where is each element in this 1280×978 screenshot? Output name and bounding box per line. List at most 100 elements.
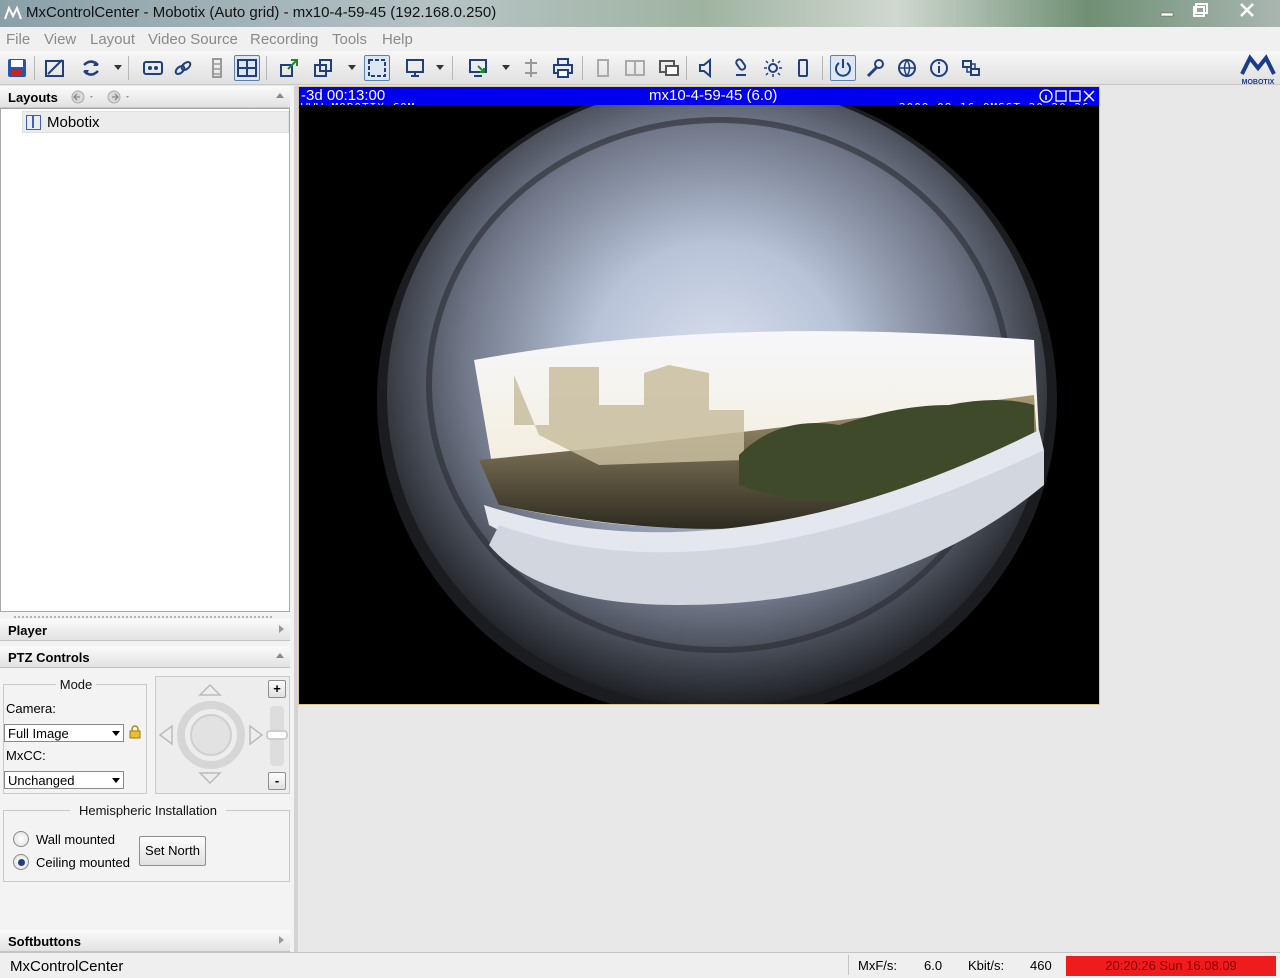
wrench-icon [866, 59, 884, 78]
export-button[interactable] [466, 55, 492, 81]
single-view-button[interactable] [590, 55, 616, 81]
video-frame[interactable]: -3d 00:13:00 mx10-4-59-45 (6.0) WWW.MOBO… [298, 86, 1100, 705]
expand-arrow-icon [280, 59, 298, 77]
menu-video-source[interactable]: Video Source [148, 31, 238, 48]
power-button[interactable] [830, 55, 856, 81]
info-icon [930, 59, 948, 77]
layouts-title: Layouts [8, 90, 58, 105]
mxcc-select[interactable]: Unchanged [4, 771, 124, 789]
menu-bar: File View Layout Video Source Recording … [0, 27, 1280, 51]
save-button[interactable] [4, 55, 30, 81]
wall-mounted-label[interactable]: Wall mounted [36, 832, 115, 847]
arrow-up-icon [198, 683, 222, 696]
light-button[interactable] [760, 55, 786, 81]
clock-display: 20:20:26 Sun 16.08.09 [1066, 956, 1276, 976]
lock-icon[interactable] [129, 725, 141, 739]
chevron-down-icon [112, 778, 120, 783]
fullscreen-button[interactable] [364, 55, 390, 81]
export-icon [469, 59, 487, 77]
mobotix-logo: MOBOTIX [1240, 54, 1276, 86]
svg-text:MOBOTIX: MOBOTIX [1242, 79, 1275, 86]
fps-value: 6.0 [924, 958, 943, 973]
camera-select[interactable]: Full Image [4, 724, 124, 742]
collapse-icon[interactable] [276, 93, 284, 98]
arrow-left-icon [158, 724, 173, 746]
ptz-header[interactable]: PTZ Controls [0, 646, 290, 668]
menu-view[interactable]: View [44, 31, 76, 48]
kbit-value: 460 [1030, 958, 1052, 973]
zoom-out-button[interactable]: - [268, 772, 286, 790]
tree-item-label: Mobotix [47, 114, 100, 131]
expand-icon[interactable] [279, 625, 284, 633]
zoom-slider-thumb[interactable] [266, 730, 288, 740]
resize-button[interactable] [310, 55, 336, 81]
monitor-dropdown-icon[interactable] [436, 65, 444, 70]
layouts-header[interactable]: Layouts [0, 86, 290, 108]
refresh-dropdown-icon[interactable] [114, 65, 122, 70]
menu-file[interactable]: File [6, 31, 30, 48]
set-north-button[interactable]: Set North [139, 836, 206, 866]
link-button[interactable] [170, 55, 196, 81]
player-header[interactable]: Player [0, 619, 290, 641]
grid-icon [237, 59, 257, 77]
menu-help[interactable]: Help [382, 31, 413, 48]
settings-button[interactable] [862, 55, 888, 81]
network-button[interactable] [894, 55, 920, 81]
monitor-button[interactable] [402, 55, 428, 81]
split-view-button[interactable] [622, 55, 648, 81]
maximize-button[interactable] [1186, 2, 1216, 22]
grid-view-button[interactable] [234, 55, 260, 81]
door-button[interactable] [790, 55, 816, 81]
door-icon [798, 59, 808, 77]
ceiling-mounted-radio[interactable] [13, 854, 29, 870]
export-dropdown-icon[interactable] [502, 65, 510, 70]
microphone-button[interactable] [728, 55, 754, 81]
monitor-icon [406, 59, 424, 77]
status-bar: MxControlCenter MxF/s: 6.0 Kbit/s: 460 2… [0, 952, 1280, 978]
refresh-button[interactable] [78, 55, 104, 81]
ceiling-mounted-label[interactable]: Ceiling mounted [36, 855, 130, 870]
filmstrip-button[interactable] [204, 55, 230, 81]
connection-button[interactable] [958, 55, 984, 81]
minimize-button[interactable] [1152, 2, 1182, 22]
printer-icon [553, 58, 573, 78]
fisheye-camera-image [299, 105, 1099, 704]
tree-item-mobotix[interactable]: Mobotix [22, 111, 289, 133]
single-view-icon [597, 59, 609, 77]
close-button[interactable] [1232, 2, 1262, 22]
layouts-tree: Mobotix [0, 108, 290, 612]
ptz-joystick[interactable] [155, 680, 267, 792]
pip-button[interactable] [656, 55, 682, 81]
speaker-icon [699, 57, 711, 79]
history-nav-icons[interactable] [70, 90, 130, 104]
wall-mounted-radio[interactable] [13, 831, 29, 847]
collapse-icon[interactable] [276, 653, 284, 658]
link-icon [174, 61, 192, 75]
edit-layout-button[interactable] [42, 55, 68, 81]
record-button[interactable] [140, 55, 166, 81]
zoom-to-button[interactable] [276, 55, 302, 81]
print-button[interactable] [550, 55, 576, 81]
align-button[interactable] [518, 55, 544, 81]
hemispheric-title: Hemispheric Installation [70, 803, 226, 818]
fullscreen-icon [368, 59, 386, 77]
layout-edit-icon [45, 59, 64, 77]
microphone-icon [735, 58, 747, 76]
mxcc-label: MxCC: [6, 748, 46, 763]
ptz-title: PTZ Controls [8, 650, 90, 665]
speaker-button[interactable] [694, 55, 720, 81]
menu-recording[interactable]: Recording [250, 31, 318, 48]
zoom-in-button[interactable]: + [268, 680, 286, 698]
status-app-name: MxControlCenter [10, 958, 124, 975]
connection-icon [962, 60, 980, 76]
picture-in-picture-icon [659, 60, 679, 76]
menu-tools[interactable]: Tools [332, 31, 367, 48]
resize-dropdown-icon[interactable] [348, 65, 356, 70]
softbuttons-header[interactable]: Softbuttons [0, 930, 290, 952]
filmstrip-icon [212, 58, 222, 78]
info-button[interactable] [926, 55, 952, 81]
minimize-icon [1160, 12, 1174, 17]
expand-icon[interactable] [279, 936, 284, 944]
menu-layout[interactable]: Layout [90, 31, 135, 48]
chevron-down-icon [112, 731, 120, 736]
